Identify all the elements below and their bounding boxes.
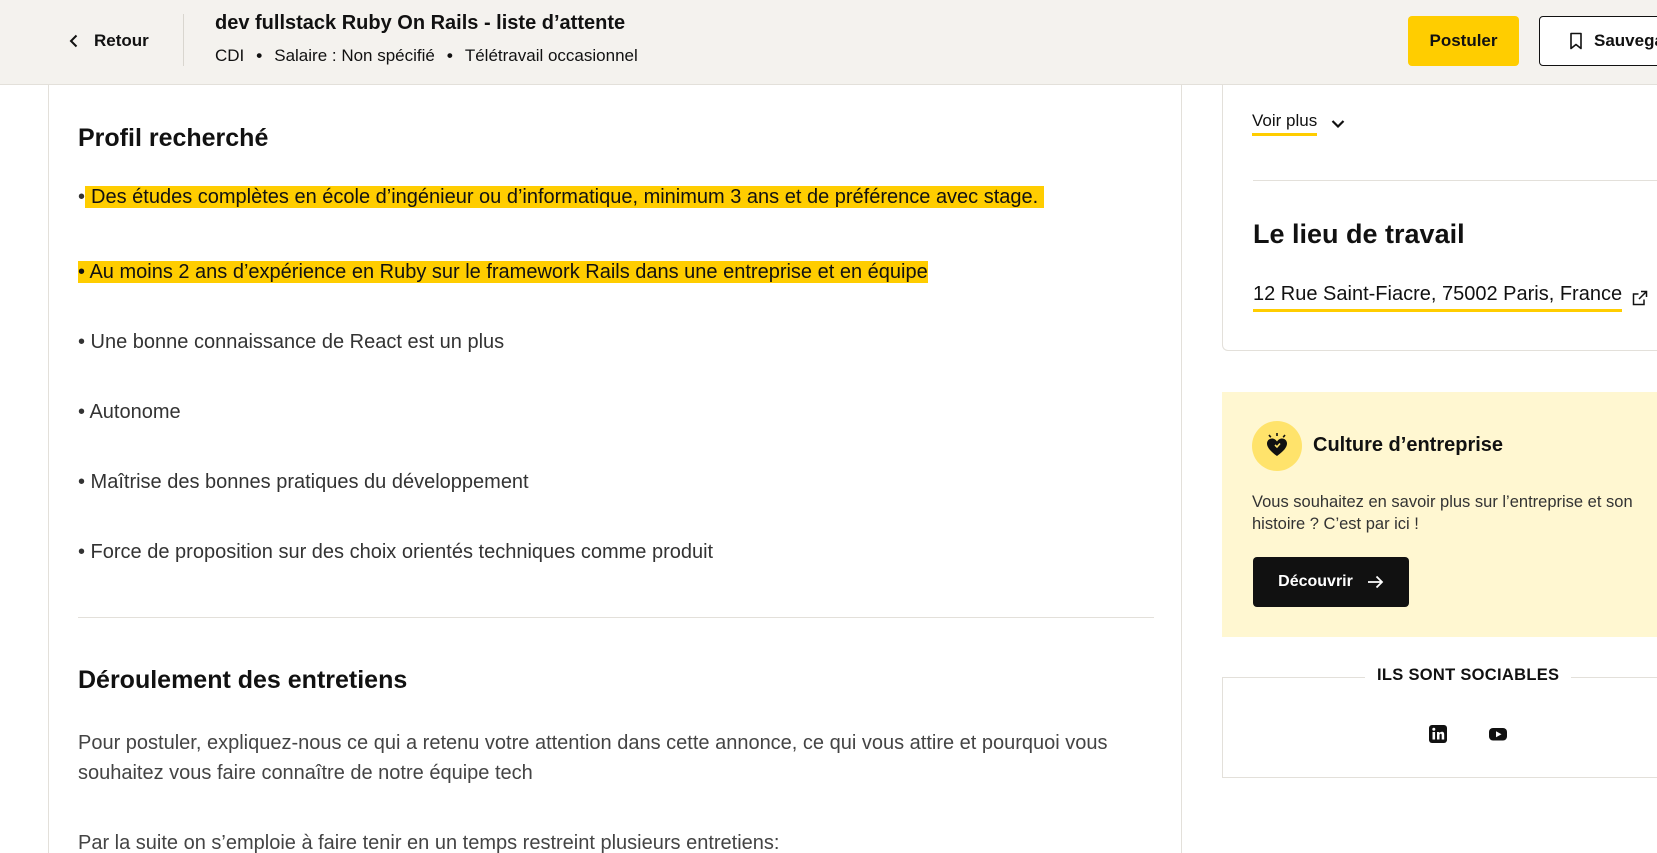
job-meta: CDI • Salaire : Non spécifié • Télétrava… xyxy=(215,46,638,66)
profile-bullet: • Maîtrise des bonnes pratiques du dével… xyxy=(78,471,529,493)
profile-bullet: • Au moins 2 ans d’expérience en Ruby su… xyxy=(78,257,928,287)
bookmark-icon xyxy=(1570,32,1582,50)
profile-bullet: • Force de proposition sur des choix ori… xyxy=(78,541,714,563)
remote-info: Télétravail occasionnel xyxy=(464,46,638,65)
sticky-header: Retour dev fullstack Ruby On Rails - lis… xyxy=(0,0,1657,85)
meta-separator: • xyxy=(446,46,453,65)
see-more-link[interactable]: Voir plus xyxy=(1252,111,1345,136)
interviews-section-title: Déroulement des entretiens xyxy=(78,666,408,694)
highlighted-text: • Au moins 2 ans d’expérience en Ruby su… xyxy=(78,261,928,283)
salary-info: Salaire : Non spécifié xyxy=(274,46,435,65)
profile-bullet: • Autonome xyxy=(78,401,181,423)
header-divider xyxy=(183,14,184,66)
profile-section-title: Profil recherché xyxy=(78,124,269,152)
save-button[interactable]: Sauvegarder xyxy=(1539,16,1657,66)
discover-button[interactable]: Découvrir xyxy=(1253,557,1409,607)
workplace-address-link[interactable]: 12 Rue Saint-Fiacre, 75002 Paris, France xyxy=(1253,283,1648,312)
profile-bullet: • Des études complètes en école d’ingénie… xyxy=(78,182,1045,212)
see-more-label: Voir plus xyxy=(1252,111,1318,136)
chevron-down-icon xyxy=(1331,119,1345,128)
back-button[interactable]: Retour xyxy=(66,26,149,56)
culture-title: Culture d’entreprise xyxy=(1313,434,1504,456)
culture-description: Vous souhaitez en savoir plus sur l’entr… xyxy=(1252,493,1633,533)
interviews-paragraph: Pour postuler, expliquez-nous ce qui a r… xyxy=(78,732,1108,784)
save-label: Sauvegarder xyxy=(1594,31,1657,50)
job-title: dev fullstack Ruby On Rails - liste d’at… xyxy=(215,12,626,34)
address-text: 12 Rue Saint-Fiacre, 75002 Paris, France xyxy=(1253,283,1623,312)
apply-button[interactable]: Postuler xyxy=(1408,16,1519,66)
chevron-left-icon xyxy=(69,34,78,48)
meta-separator: • xyxy=(256,46,263,65)
external-link-icon xyxy=(1632,290,1648,305)
social-title: ILS SONT SOCIABLES xyxy=(1365,666,1572,685)
sidebar-divider xyxy=(1253,180,1657,181)
interviews-paragraph: Par la suite on s’emploie à faire tenir … xyxy=(78,832,780,853)
youtube-icon[interactable] xyxy=(1487,723,1509,745)
linkedin-icon[interactable] xyxy=(1427,723,1449,745)
bullet-prefix: • xyxy=(78,186,86,208)
profile-bullet: • Une bonne connaissance de React est un… xyxy=(78,331,505,353)
arrow-right-icon xyxy=(1367,575,1384,589)
back-label: Retour xyxy=(94,31,149,50)
discover-label: Découvrir xyxy=(1278,573,1353,590)
highlighted-text: Des études complètes en école d’ingénieu… xyxy=(85,186,1045,208)
workplace-title: Le lieu de travail xyxy=(1253,219,1465,249)
section-divider xyxy=(78,617,1154,618)
contract-type: CDI xyxy=(215,46,245,65)
heart-lightbulb-icon xyxy=(1252,421,1302,471)
